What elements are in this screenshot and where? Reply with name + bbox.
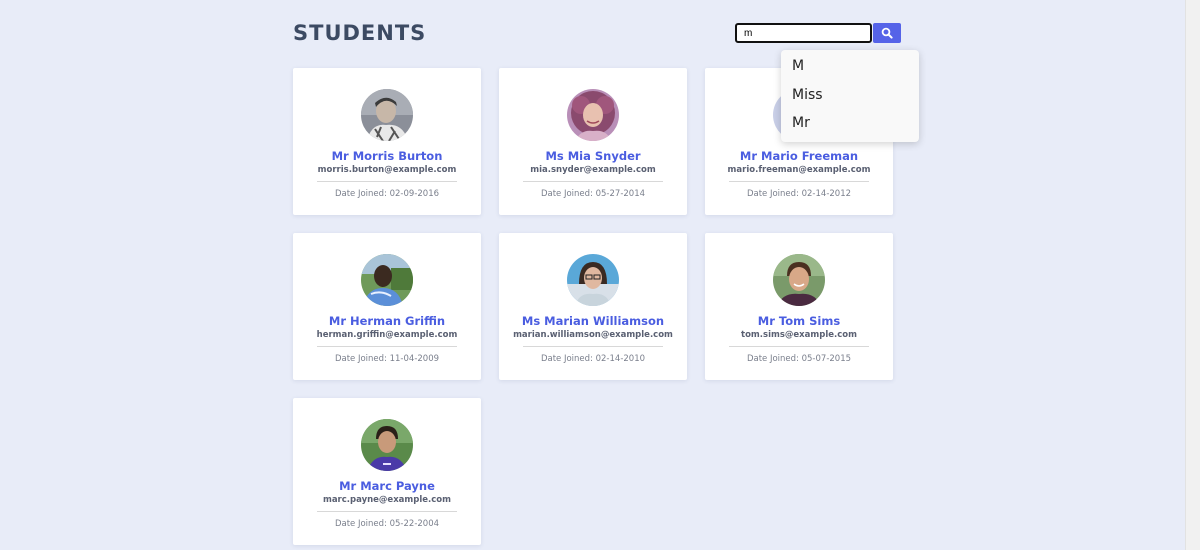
date-joined: Date Joined: 05-07-2015 <box>746 354 852 364</box>
avatar <box>361 419 413 471</box>
student-email: marian.williamson@example.com <box>513 330 673 340</box>
divider <box>523 181 663 182</box>
page-scrollbar[interactable] <box>1185 0 1200 550</box>
date-joined: Date Joined: 05-22-2004 <box>334 519 440 529</box>
avatar <box>773 254 825 306</box>
student-card[interactable]: Mr Herman Griffin herman.griffin@example… <box>293 233 481 380</box>
page-title: STUDENTS <box>293 21 427 45</box>
search-bar <box>735 23 901 43</box>
student-card[interactable]: Mr Tom Sims tom.sims@example.com Date Jo… <box>705 233 893 380</box>
student-card[interactable]: Mr Morris Burton morris.burton@example.c… <box>293 68 481 215</box>
student-name: Mr Mario Freeman <box>739 149 859 163</box>
avatar <box>567 254 619 306</box>
date-joined: Date Joined: 02-09-2016 <box>334 189 440 199</box>
avatar <box>361 254 413 306</box>
divider <box>317 346 457 347</box>
student-email: mia.snyder@example.com <box>530 165 656 175</box>
date-joined: Date Joined: 02-14-2012 <box>746 189 852 199</box>
student-name: Ms Mia Snyder <box>545 149 641 163</box>
divider <box>729 181 869 182</box>
student-name: Ms Marian Williamson <box>521 314 665 328</box>
student-email: marc.payne@example.com <box>322 495 452 505</box>
student-name: Mr Marc Payne <box>339 479 435 493</box>
search-icon <box>881 27 893 39</box>
date-joined: Date Joined: 02-14-2010 <box>540 354 646 364</box>
student-email: herman.griffin@example.com <box>316 330 458 340</box>
student-name: Mr Morris Burton <box>331 149 443 163</box>
student-email: morris.burton@example.com <box>317 165 457 175</box>
student-name: Mr Herman Griffin <box>328 314 446 328</box>
divider <box>317 181 457 182</box>
divider <box>523 346 663 347</box>
student-email: mario.freeman@example.com <box>727 165 871 175</box>
student-card[interactable]: Mr Marc Payne marc.payne@example.com Dat… <box>293 398 481 545</box>
divider <box>317 511 457 512</box>
student-card[interactable]: Ms Mia Snyder mia.snyder@example.com Dat… <box>499 68 687 215</box>
suggestion-item[interactable]: Miss <box>781 82 919 111</box>
student-email: tom.sims@example.com <box>741 330 857 340</box>
suggestion-item[interactable]: M <box>781 53 919 82</box>
avatar <box>361 89 413 141</box>
search-input[interactable] <box>735 23 872 43</box>
divider <box>729 346 869 347</box>
autocomplete-dropdown: M Miss Mr <box>781 50 919 142</box>
student-name: Mr Tom Sims <box>757 314 841 328</box>
student-card[interactable]: Ms Marian Williamson marian.williamson@e… <box>499 233 687 380</box>
suggestion-item[interactable]: Mr <box>781 110 919 139</box>
date-joined: Date Joined: 11-04-2009 <box>334 354 440 364</box>
search-button[interactable] <box>873 23 901 43</box>
date-joined: Date Joined: 05-27-2014 <box>540 189 646 199</box>
avatar <box>567 89 619 141</box>
